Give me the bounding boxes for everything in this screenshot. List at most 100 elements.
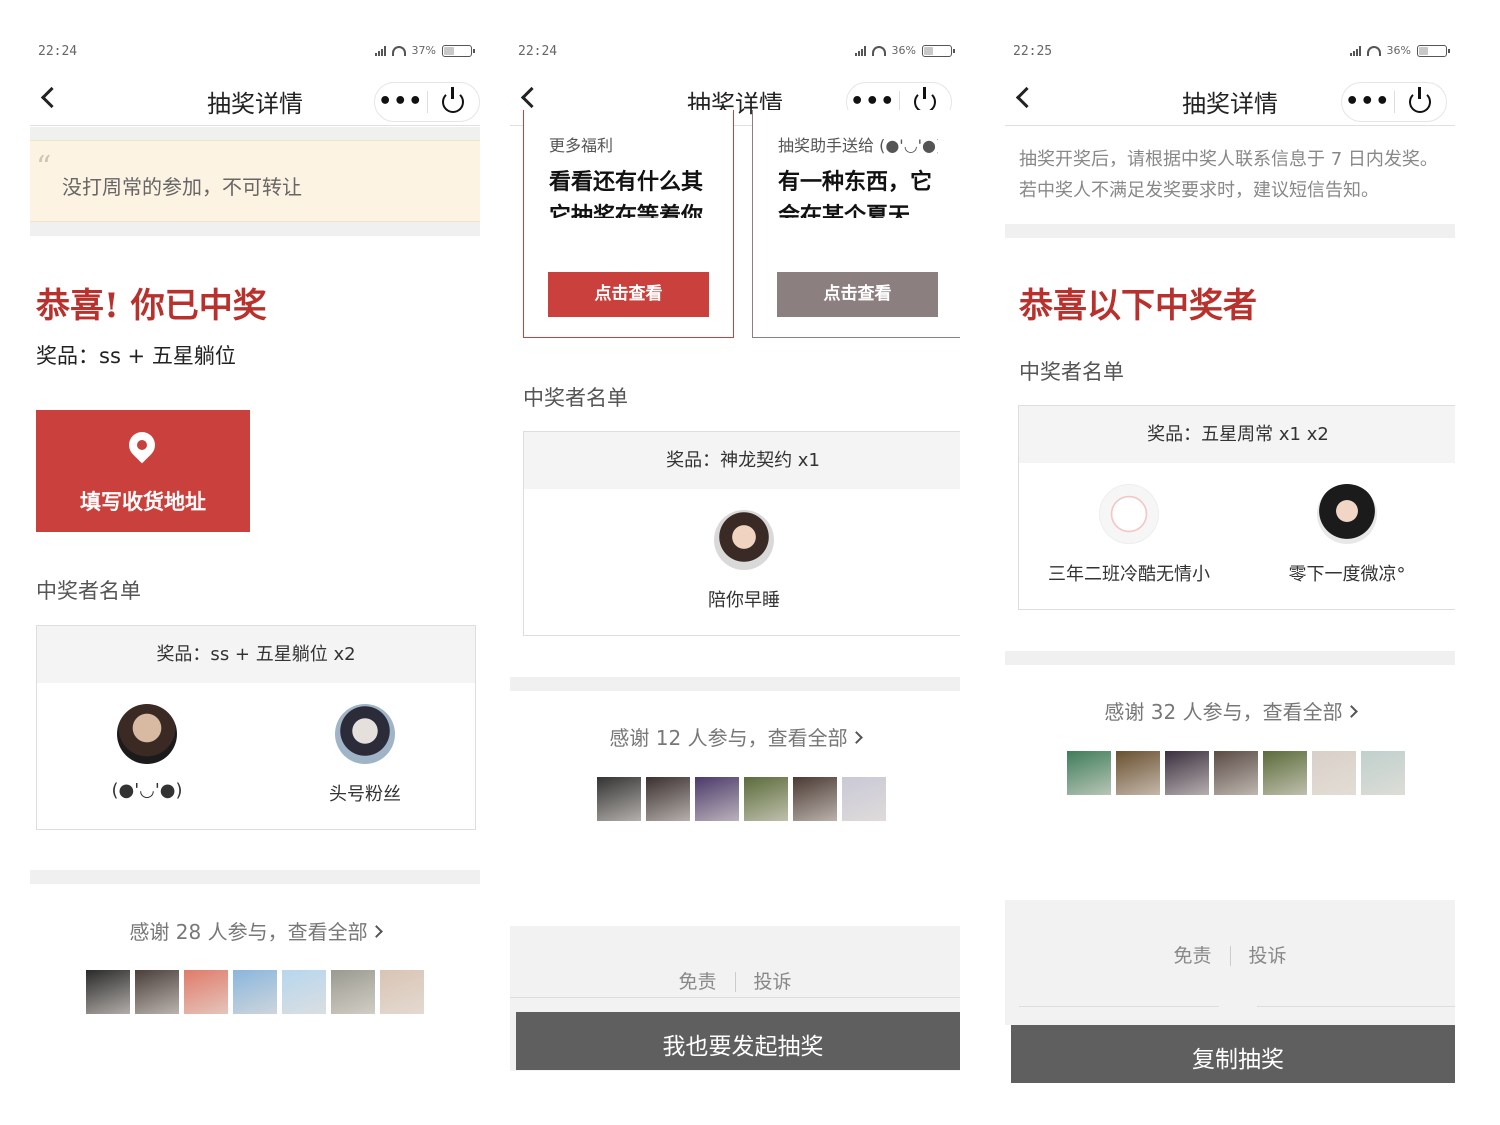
- winner[interactable]: 头号粉丝: [295, 704, 435, 806]
- participant-avatar[interactable]: [1312, 751, 1356, 795]
- winner-name: (●'◡'●): [111, 780, 183, 801]
- thanks-text: 感谢 12 人参与，查看全部: [609, 726, 848, 750]
- status-bar: 22:24 36%: [516, 40, 955, 64]
- footer-links: 免责 投诉: [1005, 941, 1455, 968]
- copy-lottery-button[interactable]: 复制抽奖: [1011, 1025, 1455, 1083]
- participant-avatar[interactable]: [184, 970, 228, 1014]
- participant-avatar[interactable]: [646, 777, 690, 821]
- view-button[interactable]: 点击查看: [777, 272, 938, 317]
- prize-box-header: 奖品：五星周常 x1 x2: [1019, 406, 1455, 463]
- battery-percent: 37%: [411, 44, 436, 57]
- nav-bar: 抽奖详情 •••: [30, 74, 480, 126]
- signal-icon: [854, 45, 866, 56]
- prize-box: 奖品：ss + 五星躺位 x2 (●'◡'●) 头号粉丝: [36, 625, 476, 830]
- participant-avatar[interactable]: [695, 777, 739, 821]
- thanks-text: 感谢 28 人参与，查看全部: [129, 920, 368, 944]
- avatar: [714, 510, 774, 570]
- battery-icon: [922, 44, 955, 57]
- notice-banner: “ 没打周常的参加，不可转让: [30, 140, 480, 222]
- winner-name: 零下一度微凉°: [1288, 564, 1406, 585]
- start-lottery-button[interactable]: 我也要发起抽奖: [516, 1012, 960, 1070]
- notice-text: 没打周常的参加，不可转让: [62, 175, 302, 199]
- battery-icon: [442, 44, 475, 57]
- wifi-icon: [1366, 45, 1381, 56]
- participant-avatar[interactable]: [597, 777, 641, 821]
- report-link[interactable]: 投诉: [1249, 945, 1287, 967]
- participant-avatar[interactable]: [86, 970, 130, 1014]
- disclaimer-link[interactable]: 免责: [678, 971, 716, 993]
- battery-level: [1419, 46, 1428, 55]
- close-mini-program-button[interactable]: [1395, 87, 1447, 113]
- status-bar: 22:25 36%: [1011, 40, 1450, 64]
- winner-name: 陪你早睡: [708, 590, 780, 611]
- prize-box-header: 奖品：神龙契约 x1: [524, 432, 960, 489]
- participant-avatar[interactable]: [793, 777, 837, 821]
- avatar: [1099, 484, 1159, 544]
- participant-avatar[interactable]: [1165, 751, 1209, 795]
- more-icon[interactable]: •••: [375, 87, 427, 117]
- card-tag: 更多福利: [549, 136, 614, 155]
- gift-card: 抽奖助手送给 (●'◡'●) 有一种东西，它会在某个夏天… 点击查看: [752, 110, 960, 338]
- participant-avatar[interactable]: [744, 777, 788, 821]
- thanks-text: 感谢 32 人参与，查看全部: [1104, 700, 1343, 724]
- participant-avatar[interactable]: [233, 970, 277, 1014]
- chevron-right-icon: [369, 925, 383, 938]
- prize-line: 奖品：ss + 五星躺位: [36, 344, 236, 368]
- status-time: 22:25: [1013, 44, 1053, 59]
- view-all-participants-link[interactable]: 感谢 32 人参与，查看全部: [1005, 696, 1455, 725]
- winner[interactable]: 陪你早睡: [674, 510, 814, 612]
- winner-name: 头号粉丝: [329, 784, 401, 805]
- battery-percent: 36%: [1386, 44, 1411, 57]
- screen-1: 22:24 37% 抽奖详情 ••• “ 没打周常的参加，不可转让 恭喜! 你已…: [30, 0, 480, 1125]
- more-lotteries-card: 更多福利 看看还有什么其它抽奖在等着你 点击查看: [523, 110, 734, 338]
- participant-avatar[interactable]: [1067, 751, 1111, 795]
- battery-level: [444, 46, 454, 55]
- winners-label: 中奖者名单: [36, 579, 141, 603]
- status-bar: 22:24 37%: [36, 40, 475, 64]
- participant-avatar[interactable]: [282, 970, 326, 1014]
- wifi-icon: [871, 45, 886, 56]
- winner[interactable]: 零下一度微凉°: [1247, 484, 1447, 586]
- fill-address-button[interactable]: 填写收货地址: [36, 410, 250, 532]
- signal-icon: [1349, 45, 1361, 56]
- view-button[interactable]: 点击查看: [548, 272, 709, 317]
- win-title: 恭喜以下中奖者: [1019, 286, 1257, 326]
- mini-program-capsule: •••: [374, 82, 480, 122]
- card-description: 看看还有什么其它抽奖在等着你: [549, 170, 704, 218]
- nav-bar: 抽奖详情 •••: [1005, 74, 1455, 126]
- view-all-participants-link[interactable]: 感谢 28 人参与，查看全部: [30, 916, 480, 945]
- card-tag: 抽奖助手送给 (●'◡'●): [778, 136, 938, 155]
- participant-avatar[interactable]: [1361, 751, 1405, 795]
- participant-avatar[interactable]: [1116, 751, 1160, 795]
- prize-box: 奖品：神龙契约 x1 陪你早睡: [523, 431, 960, 636]
- avatar: [117, 704, 177, 764]
- report-link[interactable]: 投诉: [754, 971, 792, 993]
- disclaimer-link[interactable]: 免责: [1173, 945, 1211, 967]
- participant-avatar[interactable]: [1214, 751, 1258, 795]
- participant-avatar[interactable]: [331, 970, 375, 1014]
- winner[interactable]: (●'◡'●): [77, 704, 217, 801]
- participant-avatar[interactable]: [135, 970, 179, 1014]
- signal-icon: [374, 45, 386, 56]
- status-time: 22:24: [38, 44, 78, 59]
- power-icon: [442, 87, 465, 113]
- more-icon[interactable]: •••: [1342, 87, 1394, 117]
- battery-percent: 36%: [891, 44, 916, 57]
- winner[interactable]: 三年二班冷酷无情小: [1029, 484, 1229, 586]
- winners-label: 中奖者名单: [523, 386, 628, 410]
- participant-avatar[interactable]: [380, 970, 424, 1014]
- quote-icon: “: [36, 150, 52, 185]
- participant-avatar[interactable]: [1263, 751, 1307, 795]
- screen-3: 22:25 36% 抽奖详情 ••• 抽奖开奖后，请根据中奖人联系信息于 7 日…: [1005, 0, 1455, 1125]
- winners-label: 中奖者名单: [1019, 360, 1124, 384]
- prize-box: 奖品：五星周常 x1 x2 三年二班冷酷无情小 零下一度微凉°: [1018, 405, 1455, 610]
- participant-avatar[interactable]: [842, 777, 886, 821]
- footer-links: 免责 投诉: [510, 967, 960, 994]
- wifi-icon: [391, 45, 406, 56]
- location-pin-icon: [123, 426, 161, 464]
- view-all-participants-link[interactable]: 感谢 12 人参与，查看全部: [510, 722, 960, 751]
- status-time: 22:24: [518, 44, 558, 59]
- fill-address-label: 填写收货地址: [80, 490, 206, 514]
- prize-box-header: 奖品：ss + 五星躺位 x2: [37, 626, 475, 683]
- close-mini-program-button[interactable]: [428, 87, 480, 113]
